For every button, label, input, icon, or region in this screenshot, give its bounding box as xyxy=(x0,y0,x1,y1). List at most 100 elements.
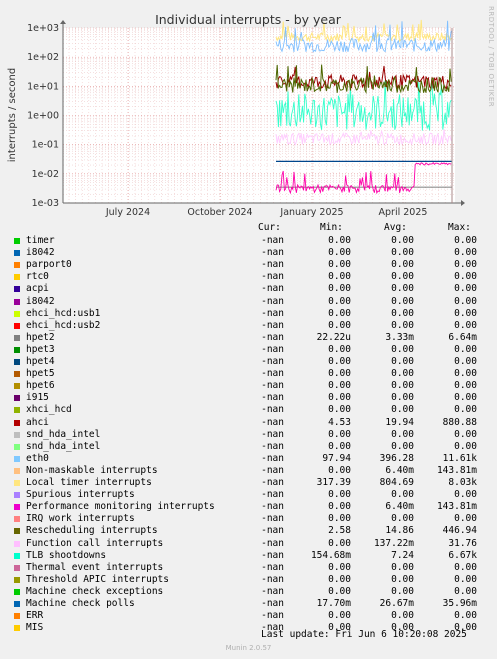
legend-max: 0.00 xyxy=(454,440,477,452)
legend-series-name: IRQ work interrupts xyxy=(26,513,135,525)
legend-row: ehci_hcd:usb2 -nan 0.00 0.00 0.00 xyxy=(0,320,497,332)
chart-title: Individual interrupts - by year xyxy=(155,12,342,27)
legend-row: snd_hda_intel -nan 0.00 0.00 0.00 xyxy=(0,429,497,441)
legend-swatch xyxy=(14,359,20,365)
legend-avg: 0.00 xyxy=(391,380,414,392)
legend-max: 0.00 xyxy=(454,392,477,404)
legend-swatch xyxy=(14,262,20,269)
legend-swatch xyxy=(14,250,20,257)
legend-avg: 0.00 xyxy=(391,307,414,319)
legend-row: TLB shootdowns -nan 154.68m 7.24 6.67k xyxy=(0,550,497,562)
legend-row: timer -nan 0.00 0.00 0.00 xyxy=(0,235,497,247)
legend-series-name: ehci_hcd:usb1 xyxy=(26,307,101,319)
legend-max: 446.94 xyxy=(442,525,477,537)
legend-cur: -nan xyxy=(261,610,284,622)
legend-header-max: Max: xyxy=(448,222,471,233)
legend-swatch xyxy=(14,443,20,450)
legend-min: 0.00 xyxy=(328,259,351,271)
legend-cur: -nan xyxy=(261,380,284,392)
legend-row: Spurious interrupts -nan 0.00 0.00 0.00 xyxy=(0,489,497,501)
legend-avg: 6.40m xyxy=(385,501,414,513)
legend-cur: -nan xyxy=(261,489,284,501)
legend-max: 0.00 xyxy=(454,259,477,271)
legend-row: Threshold APIC interrupts -nan 0.00 0.00 0.0… xyxy=(0,574,497,586)
legend-min: 0.00 xyxy=(328,513,351,525)
legend-swatch xyxy=(14,540,20,547)
legend-cur: -nan xyxy=(261,307,284,319)
legend-cur: -nan xyxy=(261,416,284,428)
legend-min: 0.00 xyxy=(328,428,351,440)
legend-series-name: timer xyxy=(26,235,55,246)
legend-cur: -nan xyxy=(261,585,284,597)
legend-avg: 26.67m xyxy=(379,598,414,609)
legend-cur: -nan xyxy=(261,464,284,476)
y-tick-label: 1e+02 xyxy=(27,52,59,63)
legend-swatch xyxy=(14,613,20,620)
legend-cur: -nan xyxy=(261,331,284,343)
legend-max: 11.61k xyxy=(442,452,477,464)
legend-min: 0.00 xyxy=(328,235,351,246)
legend-swatch xyxy=(14,238,20,244)
legend-avg: 0.00 xyxy=(391,247,414,259)
legend-swatch xyxy=(14,286,20,293)
legend-min: 0.00 xyxy=(328,464,351,476)
legend-avg: 0.00 xyxy=(391,259,414,271)
legend-min: 0.00 xyxy=(328,610,351,622)
legend-max: 0.00 xyxy=(454,573,477,585)
legend-avg: 396.28 xyxy=(379,452,414,464)
legend-swatch xyxy=(14,322,20,329)
legend-swatch xyxy=(14,346,20,353)
x-tick-label: October 2024 xyxy=(187,207,252,218)
legend-min: 0.00 xyxy=(328,440,351,452)
legend-max: 0.00 xyxy=(454,428,477,440)
legend-min: 0.00 xyxy=(328,561,351,573)
legend-min: 0.00 xyxy=(328,380,351,392)
legend-min: 0.00 xyxy=(328,404,351,416)
legend-cur: -nan xyxy=(261,283,284,295)
y-axis-label: interrupts / second xyxy=(7,68,18,162)
legend-swatch xyxy=(14,552,20,559)
legend-row: i915 -nan 0.00 0.00 0.00 xyxy=(0,392,497,404)
legend-series-name: rtc0 xyxy=(26,271,49,283)
legend-avg: 0.00 xyxy=(391,573,414,585)
legend-avg: 0.00 xyxy=(391,295,414,307)
legend-series-name: xhci_hcd xyxy=(26,404,72,416)
legend-max: 0.00 xyxy=(454,235,477,246)
legend-row: hpet6 -nan 0.00 0.00 0.00 xyxy=(0,380,497,392)
legend-swatch xyxy=(14,298,20,305)
legend-swatch xyxy=(14,492,20,499)
legend-min: 317.39 xyxy=(316,477,351,488)
legend-series-name: acpi xyxy=(26,283,49,295)
legend-max: 0.00 xyxy=(454,380,477,392)
legend-swatch xyxy=(14,576,20,583)
legend-series-name: ahci xyxy=(26,416,49,428)
legend-max: 0.00 xyxy=(454,404,477,416)
legend-series-name: ERR xyxy=(26,610,44,622)
chart-svg: 1e-03 1e-02 1e-01 1e+00 1e+01 1e+02 1e+03 July … xyxy=(7,12,465,218)
legend-min: 0.00 xyxy=(328,283,351,295)
legend-swatch xyxy=(14,467,20,474)
legend-min: 0.00 xyxy=(328,271,351,283)
legend-avg: 0.00 xyxy=(391,283,414,295)
legend-cur: -nan xyxy=(261,549,284,561)
legend-row: Machine check polls -nan 17.70m 26.67m 35.96… xyxy=(0,598,497,610)
legend-row: eth0 -nan 97.94 396.28 11.61k xyxy=(0,453,497,465)
legend-swatch xyxy=(14,504,20,511)
legend-max: 0.00 xyxy=(454,295,477,307)
legend-cur: -nan xyxy=(261,319,284,331)
legend-row: ERR -nan 0.00 0.00 0.00 xyxy=(0,610,497,622)
last-update: Last update: Fri Jun 6 10:20:08 2025 xyxy=(261,629,467,640)
legend-min: 0.00 xyxy=(328,489,351,501)
legend-avg: 0.00 xyxy=(391,428,414,440)
legend-avg: 19.94 xyxy=(385,416,414,428)
legend-min: 0.00 xyxy=(328,319,351,331)
legend-cur: -nan xyxy=(261,440,284,452)
legend-swatch xyxy=(14,455,20,462)
legend-min: 17.70m xyxy=(316,598,351,609)
legend-cur: -nan xyxy=(261,295,284,307)
legend-max: 8.03k xyxy=(448,477,477,488)
legend-swatch xyxy=(14,419,20,426)
legend-row: acpi -nan 0.00 0.00 0.00 xyxy=(0,283,497,295)
y-tick-label: 1e+01 xyxy=(27,81,59,92)
legend-row: Performance monitoring interrupts -nan 0.0… xyxy=(0,501,497,513)
